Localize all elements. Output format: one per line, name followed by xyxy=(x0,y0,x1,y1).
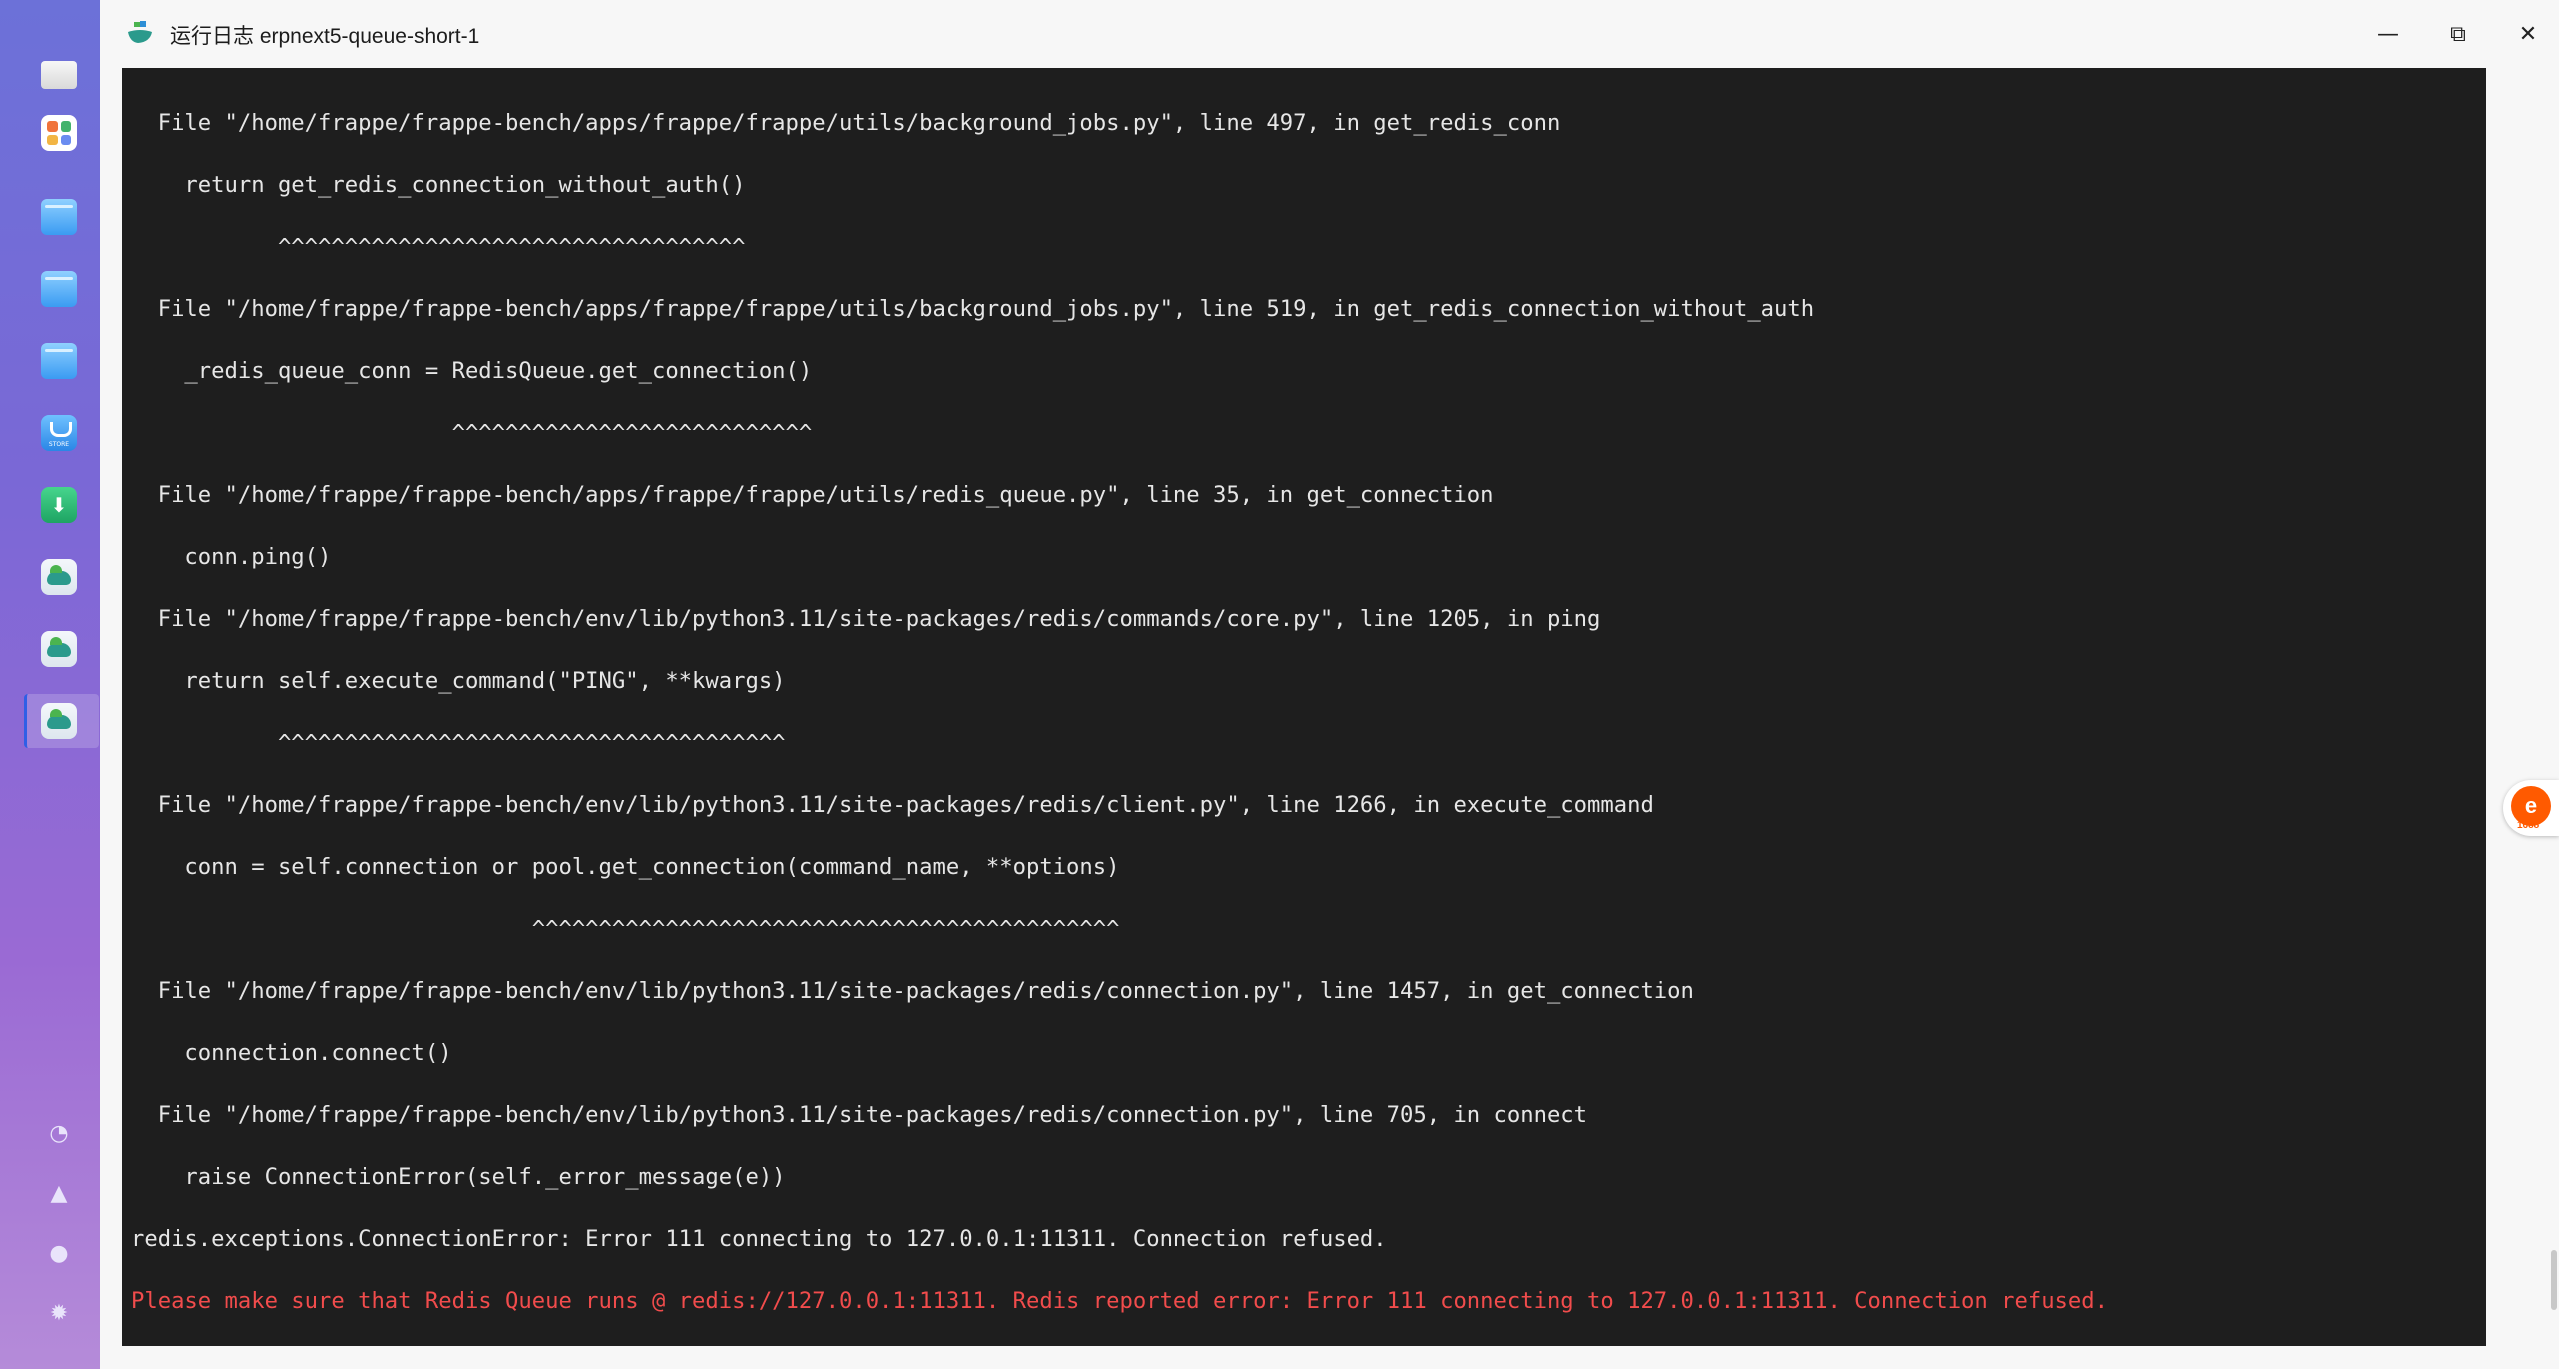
log-line: ^^^^^^^^^^^^^^^^^^^^^^^^^^^ xyxy=(131,420,813,446)
log-line: File "/home/frappe/frappe-bench/apps/fra… xyxy=(131,482,1494,508)
log-line: conn.ping() xyxy=(131,544,332,570)
container-icon[interactable] xyxy=(38,628,80,670)
log-line: File "/home/frappe/frappe-bench/env/lib/… xyxy=(131,606,1601,632)
download-icon[interactable] xyxy=(38,484,80,526)
log-line: ^^^^^^^^^^^^^^^^^^^^^^^^^^^^^^^^^^^ xyxy=(131,234,746,260)
taskbar: ◔ ▲ ● ✹ xyxy=(0,0,100,1369)
log-line: File "/home/frappe/frappe-bench/apps/fra… xyxy=(131,296,1815,322)
log-line: ^^^^^^^^^^^^^^^^^^^^^^^^^^^^^^^^^^^^^^ xyxy=(131,730,786,756)
log-line: raise ConnectionError(self._error_messag… xyxy=(131,1164,786,1190)
title-bar[interactable]: 运行日志 erpnext5-queue-short-1 — ⧉ ✕ xyxy=(100,0,2559,68)
log-line: File "/home/frappe/frappe-bench/env/lib/… xyxy=(131,1102,1588,1128)
log-line: File "/home/frappe/frappe-bench/env/lib/… xyxy=(131,978,1694,1004)
log-line: _redis_queue_conn = RedisQueue.get_conne… xyxy=(131,358,813,384)
log-window: 运行日志 erpnext5-queue-short-1 — ⧉ ✕ File "… xyxy=(100,0,2559,1369)
1688-badge[interactable]: e 1688 xyxy=(2503,780,2559,836)
log-line: return get_redis_connection_without_auth… xyxy=(131,172,746,198)
log-line-error: Please make sure that Redis Queue runs @… xyxy=(131,1288,2108,1314)
container-icon[interactable] xyxy=(38,556,80,598)
container-icon[interactable] xyxy=(24,694,99,748)
log-line: connection.connect() xyxy=(131,1040,452,1066)
user-icon[interactable]: ● xyxy=(46,1240,72,1266)
container-icon xyxy=(128,21,152,43)
settings-icon[interactable]: ✹ xyxy=(46,1300,72,1326)
close-button[interactable]: ✕ xyxy=(2504,14,2552,54)
apps-icon[interactable] xyxy=(38,112,80,154)
folder-icon[interactable] xyxy=(38,196,80,238)
log-line: ^^^^^^^^^^^^^^^^^^^^^^^^^^^^^^^^^^^^^^^^… xyxy=(131,916,1120,942)
help-icon[interactable]: ◔ xyxy=(46,1120,72,1146)
bell-icon[interactable]: ▲ xyxy=(46,1180,72,1206)
log-line: File "/home/frappe/frappe-bench/env/lib/… xyxy=(131,792,1654,818)
log-line: File "/home/frappe/frappe-bench/apps/fra… xyxy=(131,110,1561,136)
maximize-button[interactable]: ⧉ xyxy=(2434,14,2482,54)
log-output[interactable]: File "/home/frappe/frappe-bench/apps/fra… xyxy=(122,68,2486,1346)
scrollbar[interactable] xyxy=(2551,1250,2557,1310)
log-line-exception: redis.exceptions.ConnectionError: Error … xyxy=(131,1226,1387,1252)
folder-icon[interactable] xyxy=(38,340,80,382)
minimize-button[interactable]: — xyxy=(2364,14,2412,54)
folder-icon[interactable] xyxy=(38,268,80,310)
window-title: 运行日志 erpnext5-queue-short-1 xyxy=(170,25,480,48)
monitor-icon[interactable] xyxy=(38,54,80,96)
log-line: return self.execute_command("PING", **kw… xyxy=(131,668,786,694)
store-icon[interactable] xyxy=(38,412,80,454)
log-line: conn = self.connection or pool.get_conne… xyxy=(131,854,1120,880)
1688-label: 1688 xyxy=(2517,820,2540,831)
